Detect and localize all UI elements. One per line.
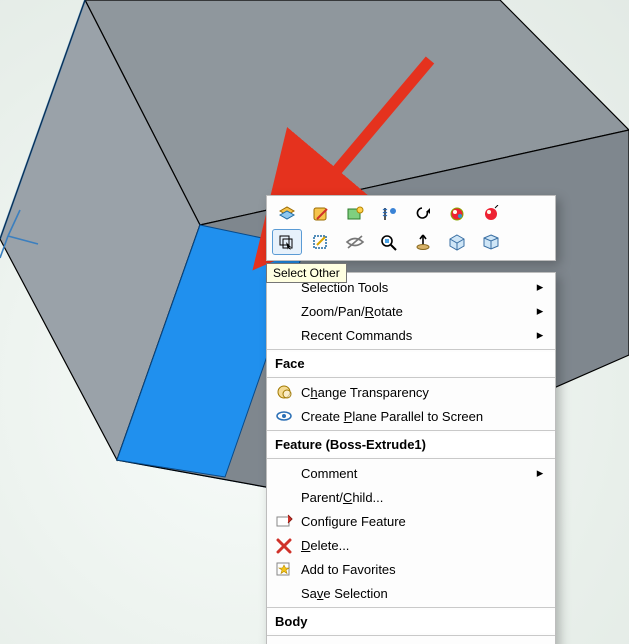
menu-item-add-to-favorites[interactable]: Add to Favorites <box>267 557 555 581</box>
menu-item-configure-feature[interactable]: Configure Feature <box>267 509 555 533</box>
transparency-icon <box>273 382 295 402</box>
favorite-icon <box>273 559 295 579</box>
menu-item-delete[interactable]: Delete... <box>267 533 555 557</box>
delete-icon <box>274 536 294 554</box>
surface-finish-icon <box>345 205 365 223</box>
menu-item-label: Save Selection <box>301 586 545 601</box>
hide-icon <box>345 233 365 251</box>
menu-item-comment[interactable]: Comment▸ <box>267 461 555 485</box>
isometric-button[interactable] <box>443 230 471 254</box>
zoom-to-selection-icon <box>379 233 399 251</box>
menu-header: Face <box>267 352 555 375</box>
favorite-icon <box>274 560 294 578</box>
menu-item-isolate[interactable]: Isolate <box>267 638 555 644</box>
menu-item-label: Parent/Child... <box>301 490 545 505</box>
surface-finish-button[interactable] <box>341 202 369 226</box>
configure-icon <box>273 511 295 531</box>
select-loop-button[interactable] <box>273 202 301 226</box>
cosmetic-thread-button[interactable] <box>375 202 403 226</box>
submenu-arrow-icon: ▸ <box>535 303 545 319</box>
normal-to-icon <box>413 233 433 251</box>
face-curvature-button[interactable] <box>307 202 335 226</box>
sketch-button[interactable] <box>307 230 335 254</box>
menu-item-label: Comment <box>301 466 535 481</box>
select-other-button[interactable] <box>273 230 301 254</box>
menu-item-label: Create Plane Parallel to Screen <box>301 409 545 424</box>
sketch-icon <box>311 233 331 251</box>
menu-item-recent-commands[interactable]: Recent Commands▸ <box>267 323 555 347</box>
blank-icon <box>273 583 295 603</box>
tooltip-select-other: Select Other <box>266 263 347 283</box>
menu-item-save-selection[interactable]: Save Selection <box>267 581 555 605</box>
blank-icon <box>273 301 295 321</box>
isometric-icon <box>447 233 467 251</box>
blank-icon <box>273 463 295 483</box>
blank-icon <box>273 640 295 644</box>
eye-icon <box>274 407 294 425</box>
menu-item-label: Delete... <box>301 538 545 553</box>
undo-icon <box>413 205 433 223</box>
cosmetic-thread-icon <box>379 205 399 223</box>
menu-item-label: Zoom/Pan/Rotate <box>301 304 535 319</box>
blank-icon <box>273 325 295 345</box>
menu-item-parent-child[interactable]: Parent/Child... <box>267 485 555 509</box>
dimetric-button[interactable] <box>477 230 505 254</box>
normal-to-button[interactable] <box>409 230 437 254</box>
menu-item-label: Recent Commands <box>301 328 535 343</box>
cad-viewport[interactable]: Select Other Selection Tools▸Zoom/Pan/Ro… <box>0 0 629 644</box>
menu-item-zoom-pan-rotate[interactable]: Zoom/Pan/Rotate▸ <box>267 299 555 323</box>
menu-header: Body <box>267 610 555 633</box>
scene-icon <box>481 205 501 223</box>
dimetric-icon <box>481 233 501 251</box>
transparency-icon <box>274 383 294 401</box>
eye-icon <box>273 406 295 426</box>
scene-button[interactable] <box>477 202 505 226</box>
hide-button[interactable] <box>341 230 369 254</box>
delete-icon <box>273 535 295 555</box>
select-other-icon <box>277 233 297 251</box>
context-toolbar <box>266 195 556 261</box>
undo-button[interactable] <box>409 202 437 226</box>
face-curvature-icon <box>311 205 331 223</box>
submenu-arrow-icon: ▸ <box>535 279 545 295</box>
submenu-arrow-icon: ▸ <box>535 327 545 343</box>
select-loop-icon <box>277 205 297 223</box>
menu-item-label: Add to Favorites <box>301 562 545 577</box>
blank-icon <box>273 487 295 507</box>
appearance-button[interactable] <box>443 202 471 226</box>
menu-item-label: Configure Feature <box>301 514 545 529</box>
menu-item-change-transparency[interactable]: Change Transparency <box>267 380 555 404</box>
menu-item-create-plane-parallel-to-screen[interactable]: Create Plane Parallel to Screen <box>267 404 555 428</box>
configure-icon <box>274 512 294 530</box>
zoom-to-selection-button[interactable] <box>375 230 403 254</box>
context-menu: Selection Tools▸Zoom/Pan/Rotate▸Recent C… <box>266 272 556 644</box>
menu-item-label: Change Transparency <box>301 385 545 400</box>
appearance-icon <box>447 205 467 223</box>
submenu-arrow-icon: ▸ <box>535 465 545 481</box>
menu-header: Feature (Boss-Extrude1) <box>267 433 555 456</box>
